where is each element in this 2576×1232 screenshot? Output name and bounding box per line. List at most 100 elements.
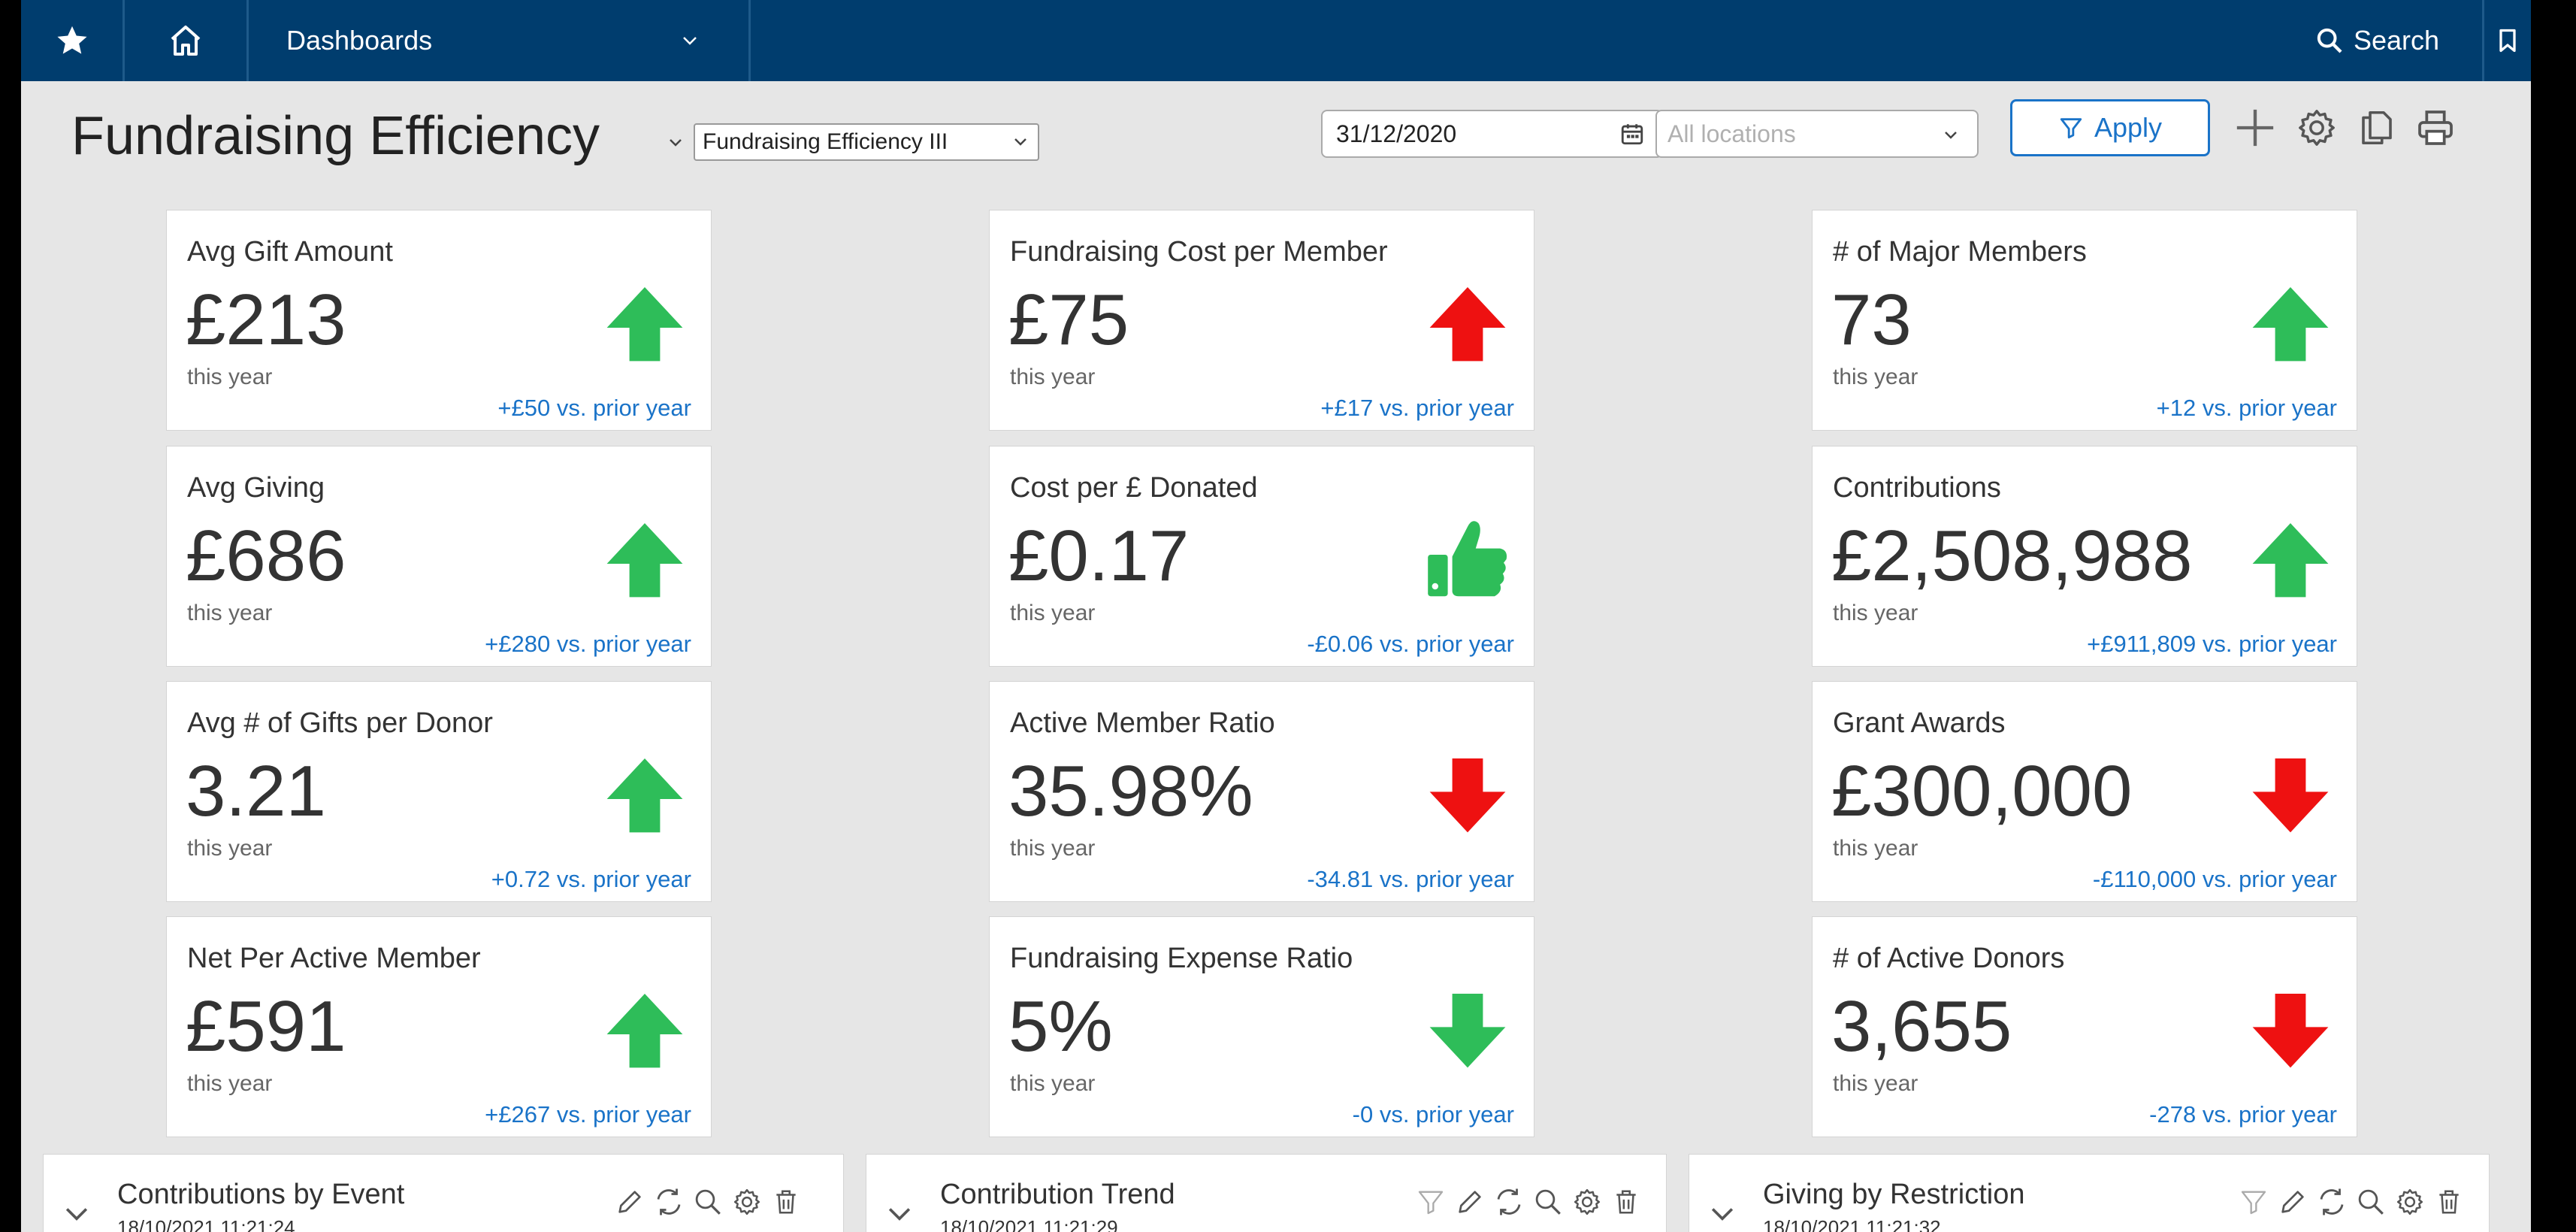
kpi-card[interactable]: Net Per Active Member £591 this year +£2… [166, 916, 712, 1137]
kpi-card[interactable]: Active Member Ratio 35.98% this year -34… [989, 681, 1534, 902]
zoom-icon[interactable] [2354, 1185, 2388, 1219]
kpi-change: +0.72 vs. prior year [491, 866, 691, 892]
kpi-value: £0.17 [1008, 516, 1190, 596]
kpi-value: £75 [1008, 280, 1129, 360]
kpi-card[interactable]: Contributions £2,508,988 this year +£911… [1812, 446, 2357, 667]
kpi-title: # of Active Donors [1833, 943, 2065, 974]
kpi-period: this year [1010, 1071, 1096, 1096]
kpi-change: -£0.06 vs. prior year [1307, 631, 1514, 657]
locations-placeholder: All locations [1667, 120, 1796, 147]
refresh-icon[interactable] [1492, 1185, 1526, 1219]
kpi-title: Contributions [1833, 472, 2001, 504]
panel-timestamp: 18/10/2021 11:21:32 [1763, 1216, 1941, 1232]
arrow-down-icon [1423, 985, 1513, 1075]
bookmark-button[interactable] [2484, 0, 2531, 81]
kpi-period: this year [1833, 1071, 1918, 1096]
favorites-button[interactable] [21, 0, 122, 81]
kpi-card[interactable]: Avg # of Gifts per Donor 3.21 this year … [166, 681, 712, 902]
edit-icon[interactable] [1453, 1185, 1487, 1219]
panel-title: Giving by Restriction [1763, 1179, 2025, 1210]
copy-button[interactable] [2351, 101, 2403, 154]
dashboard-select[interactable]: Fundraising Efficiency III [694, 123, 1039, 161]
arrow-up-icon [2245, 278, 2336, 368]
search-button[interactable]: Search [2272, 0, 2482, 81]
kpi-card[interactable]: Avg Gift Amount £213 this year +£50 vs. … [166, 210, 712, 431]
edit-icon[interactable] [612, 1185, 647, 1219]
collapse-chevron-icon[interactable] [1706, 1197, 1739, 1230]
zoom-icon[interactable] [691, 1185, 725, 1219]
panel-title: Contributions by Event [117, 1179, 405, 1210]
bookmark-icon [2499, 29, 2516, 53]
kpi-change: +£280 vs. prior year [485, 631, 691, 657]
panel-title: Contribution Trend [940, 1179, 1175, 1210]
gear-icon[interactable] [730, 1185, 764, 1219]
trash-icon[interactable] [769, 1185, 803, 1219]
kpi-value: £300,000 [1831, 751, 2133, 831]
calendar-icon[interactable] [1619, 121, 1645, 147]
arrow-up-icon [600, 985, 690, 1075]
locations-select[interactable]: All locations [1655, 110, 1979, 158]
dashboards-dropdown[interactable]: Dashboards [249, 0, 748, 81]
refresh-icon[interactable] [2314, 1185, 2349, 1219]
settings-button[interactable] [2290, 101, 2343, 154]
kpi-period: this year [1010, 365, 1096, 389]
kpi-card[interactable]: Cost per £ Donated £0.17 this year -£0.0… [989, 446, 1534, 667]
kpi-title: Grant Awards [1833, 707, 2006, 739]
filter-icon[interactable] [1413, 1185, 1448, 1219]
kpi-value: £213 [186, 280, 346, 360]
collapse-chevron-icon[interactable] [883, 1197, 916, 1230]
kpi-change: -278 vs. prior year [2149, 1101, 2337, 1128]
kpi-card[interactable]: Fundraising Cost per Member £75 this yea… [989, 210, 1534, 431]
home-button[interactable] [125, 0, 246, 81]
kpi-value: 3.21 [186, 751, 326, 831]
kpi-card[interactable]: # of Active Donors 3,655 this year -278 … [1812, 916, 2357, 1137]
refresh-icon[interactable] [652, 1185, 686, 1219]
kpi-title: Avg Giving [187, 472, 325, 504]
kpi-card[interactable]: Grant Awards £300,000 this year -£110,00… [1812, 681, 2357, 902]
gear-icon [2299, 110, 2335, 146]
kpi-period: this year [187, 1071, 273, 1096]
arrow-up-icon [1423, 278, 1513, 368]
kpi-change: -£110,000 vs. prior year [2092, 866, 2337, 892]
date-field[interactable]: 31/12/2020 [1321, 110, 1663, 158]
kpi-period: this year [187, 601, 273, 625]
app-frame: Dashboards Search Fundraising Efficiency… [21, 0, 2531, 1232]
kpi-card[interactable]: # of Major Members 73 this year +12 vs. … [1812, 210, 2357, 431]
apply-label: Apply [2094, 112, 2163, 143]
trash-icon[interactable] [2432, 1185, 2466, 1219]
trash-icon[interactable] [1609, 1185, 1643, 1219]
kpi-change: -34.81 vs. prior year [1307, 866, 1514, 892]
print-button[interactable] [2409, 101, 2462, 154]
kpi-card[interactable]: Avg Giving £686 this year +£280 vs. prio… [166, 446, 712, 667]
top-nav-bar: Dashboards Search [21, 0, 2531, 81]
kpi-change: +£50 vs. prior year [497, 395, 691, 421]
add-button[interactable] [2229, 101, 2281, 154]
kpi-title: Active Member Ratio [1010, 707, 1275, 739]
home-icon [171, 26, 201, 56]
arrow-down-icon [2245, 985, 2336, 1075]
kpi-value: 5% [1008, 986, 1113, 1067]
kpi-title: Fundraising Expense Ratio [1010, 943, 1353, 974]
title-chevron-icon[interactable] [667, 137, 684, 149]
gear-icon[interactable] [1570, 1185, 1604, 1219]
kpi-change: +£267 vs. prior year [485, 1101, 691, 1128]
zoom-icon[interactable] [1531, 1185, 1565, 1219]
gear-icon[interactable] [2393, 1185, 2427, 1219]
page-title: Fundraising Efficiency [71, 106, 600, 166]
filter-icon[interactable] [2236, 1185, 2271, 1219]
chart-panel: Contribution Trend 18/10/2021 11:21:29 [866, 1154, 1667, 1232]
kpi-card[interactable]: Fundraising Expense Ratio 5% this year -… [989, 916, 1534, 1137]
apply-button[interactable]: Apply [2010, 99, 2210, 156]
collapse-chevron-icon[interactable] [60, 1197, 93, 1230]
kpi-value: £2,508,988 [1831, 516, 2193, 596]
arrow-up-icon [2245, 514, 2336, 604]
date-value: 31/12/2020 [1336, 120, 1457, 147]
kpi-title: Avg Gift Amount [187, 236, 393, 268]
kpi-change: -0 vs. prior year [1352, 1101, 1514, 1128]
search-icon [2317, 28, 2342, 53]
chart-panel: Giving by Restriction 18/10/2021 11:21:3… [1689, 1154, 2490, 1232]
chart-panel: Contributions by Event 18/10/2021 11:21:… [43, 1154, 844, 1232]
chevron-down-icon [1945, 132, 1957, 139]
plus-icon [2236, 109, 2274, 147]
edit-icon[interactable] [2275, 1185, 2310, 1219]
